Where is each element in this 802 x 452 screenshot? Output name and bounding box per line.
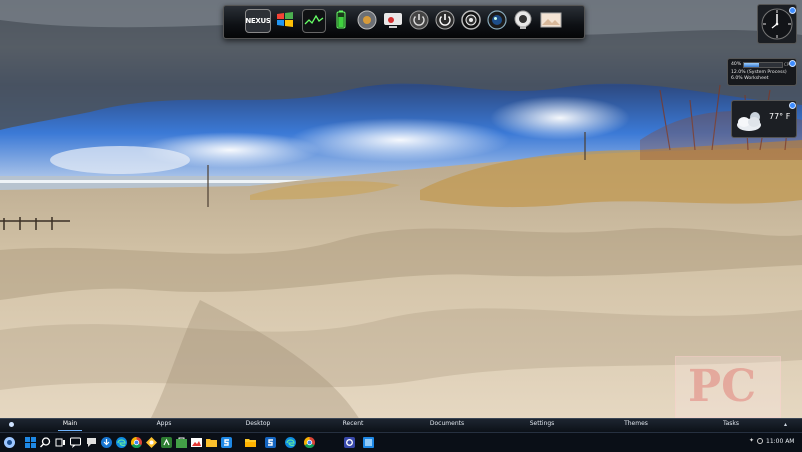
windows-flag-icon[interactable] <box>274 9 296 31</box>
windows-start-icon[interactable] <box>24 436 37 449</box>
edge-icon[interactable] <box>115 436 128 449</box>
taskbar: ✦ 11:00 AM <box>0 432 802 452</box>
speaker-icon[interactable] <box>460 9 482 31</box>
snagit-icon[interactable] <box>220 436 233 449</box>
tray-overflow-icon[interactable]: ✦ <box>749 437 754 444</box>
photos-icon[interactable] <box>190 436 203 449</box>
battery-icon[interactable] <box>330 9 352 31</box>
cpu-percent: 40% <box>731 62 742 67</box>
tab-main[interactable]: Main <box>63 420 77 427</box>
search-icon[interactable] <box>39 436 52 449</box>
edge-icon-2[interactable] <box>284 436 297 449</box>
nexus-logo[interactable]: NEXUS <box>245 9 271 33</box>
active-tab-indicator <box>58 430 82 431</box>
nexus-start-icon[interactable] <box>3 436 16 449</box>
chrome-icon[interactable] <box>130 436 143 449</box>
cpu-process-line-1: 12.0% (System Process) <box>731 70 787 75</box>
chat-icon[interactable] <box>69 436 82 449</box>
cpu-process-line-2: 6.0% Worksheet <box>731 76 769 81</box>
weather-gadget[interactable]: 77° F <box>731 100 797 138</box>
speech-icon[interactable] <box>85 436 98 449</box>
menu-bar-left-button[interactable] <box>9 422 14 427</box>
tab-tasks[interactable]: Tasks <box>723 420 739 427</box>
pc-watermark: PC <box>675 356 781 418</box>
tab-apps[interactable]: Apps <box>157 420 172 427</box>
folder-icon[interactable] <box>205 436 218 449</box>
top-dock: NEXUS <box>223 5 585 39</box>
clock-gadget[interactable] <box>757 4 797 44</box>
weather-gadget-options-icon[interactable] <box>789 102 796 109</box>
app-icon[interactable] <box>362 436 375 449</box>
shutdown-icon[interactable] <box>408 9 430 31</box>
notification-icon[interactable] <box>757 438 763 444</box>
green-app-icon[interactable] <box>160 436 173 449</box>
photos-icon[interactable] <box>539 9 563 31</box>
system-settings-icon[interactable] <box>356 9 378 31</box>
webcam-icon[interactable] <box>512 9 534 31</box>
tab-desktop[interactable]: Desktop <box>246 420 271 427</box>
download-icon[interactable] <box>100 436 113 449</box>
tab-themes[interactable]: Themes <box>624 420 648 427</box>
task-view-icon[interactable] <box>54 436 67 449</box>
nexus-menu-bar: Main Apps Desktop Recent Documents Setti… <box>0 418 802 432</box>
nexus-logo-label: NEXUS <box>245 17 271 25</box>
tab-settings[interactable]: Settings <box>530 420 555 427</box>
performance-monitor-icon[interactable] <box>302 9 326 33</box>
cpu-gadget-options-icon[interactable] <box>789 60 796 67</box>
cpu-meter-gadget[interactable]: 40% CPU 12.0% (System Process) 6.0% Work… <box>727 58 797 86</box>
watermark-text: PC <box>688 361 757 412</box>
partly-cloudy-icon <box>737 112 761 131</box>
store-icon[interactable] <box>175 436 188 449</box>
tab-documents[interactable]: Documents <box>430 420 464 427</box>
tab-recent[interactable]: Recent <box>343 420 364 427</box>
desktop[interactable]: NEXUS 40% CPU 12.0% (System Process) 6.0… <box>0 0 802 452</box>
cpu-usage-bar-fill <box>744 63 760 67</box>
snagit-icon-2[interactable] <box>264 436 277 449</box>
computer-icon[interactable] <box>382 9 404 31</box>
power-icon[interactable] <box>434 9 456 31</box>
menu-bar-right-button[interactable]: ▴ <box>784 421 787 428</box>
weather-temperature: 77° F <box>769 112 791 121</box>
clock-gadget-options-icon[interactable] <box>789 7 796 14</box>
camera-icon[interactable] <box>486 9 508 31</box>
file-explorer-icon[interactable] <box>244 436 257 449</box>
settings-icon[interactable] <box>343 436 356 449</box>
cpu-usage-bar <box>743 62 783 68</box>
chrome-icon-2[interactable] <box>303 436 316 449</box>
notes-icon[interactable] <box>145 436 158 449</box>
taskbar-clock[interactable]: 11:00 AM <box>766 438 794 445</box>
